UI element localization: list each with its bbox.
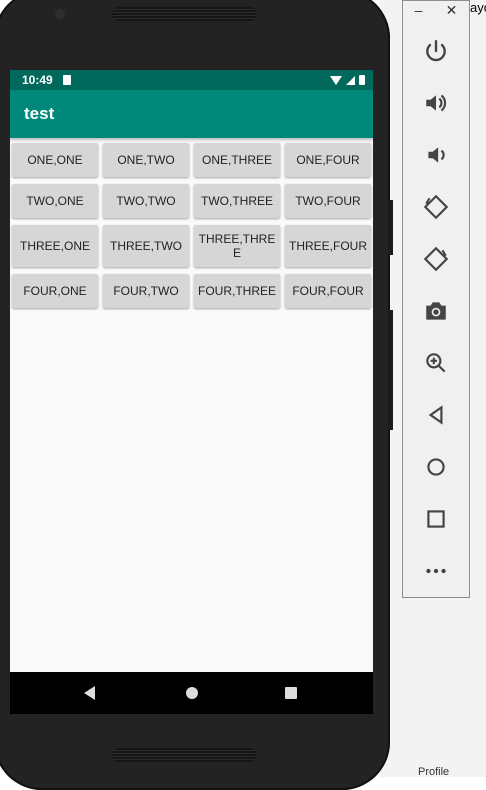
volume-up-icon[interactable] — [416, 83, 456, 123]
nav-back-icon[interactable] — [84, 686, 95, 700]
volume-side-button[interactable] — [388, 310, 393, 430]
button-three-four[interactable]: THREE,FOUR — [285, 225, 371, 267]
button-three-three[interactable]: THREE,THREE — [194, 225, 280, 267]
camera-icon[interactable] — [416, 291, 456, 331]
desktop-edge-text: ayo — [470, 0, 486, 15]
button-one-three[interactable]: ONE,THREE — [194, 143, 280, 177]
rotate-right-icon[interactable] — [416, 239, 456, 279]
power-icon[interactable] — [416, 31, 456, 71]
front-camera — [55, 9, 65, 19]
toolbar-window-controls: – ✕ — [403, 1, 469, 19]
button-three-one[interactable]: THREE,ONE — [12, 225, 98, 267]
button-one-two[interactable]: ONE,TWO — [103, 143, 189, 177]
volume-down-icon[interactable] — [416, 135, 456, 175]
zoom-icon[interactable] — [416, 343, 456, 383]
desktop-bottom-text: Profile — [418, 766, 450, 778]
power-side-button[interactable] — [388, 200, 393, 255]
button-four-three[interactable]: FOUR,THREE — [194, 274, 280, 308]
navigation-bar — [10, 672, 373, 714]
nav-home-icon[interactable] — [186, 687, 198, 699]
rotate-left-icon[interactable] — [416, 187, 456, 227]
button-three-two[interactable]: THREE,TWO — [103, 225, 189, 267]
app-title: test — [24, 104, 55, 123]
button-two-one[interactable]: TWO,ONE — [12, 184, 98, 218]
button-four-one[interactable]: FOUR,ONE — [12, 274, 98, 308]
sd-card-icon — [62, 75, 71, 85]
button-four-four[interactable]: FOUR,FOUR — [285, 274, 371, 308]
button-two-three[interactable]: TWO,THREE — [194, 184, 280, 218]
button-four-two[interactable]: FOUR,TWO — [103, 274, 189, 308]
wifi-icon — [330, 75, 342, 85]
close-button[interactable]: ✕ — [446, 2, 458, 19]
nav-overview-icon[interactable] — [285, 687, 297, 699]
more-icon[interactable] — [416, 551, 456, 591]
home-icon[interactable] — [416, 447, 456, 487]
signal-icon — [346, 75, 355, 85]
top-speaker — [112, 7, 257, 21]
emulator-toolbar: – ✕ — [402, 0, 470, 598]
button-grid: ONE,ONE ONE,TWO ONE,THREE ONE,FOUR TWO,O… — [10, 138, 373, 308]
battery-icon — [359, 75, 365, 85]
overview-icon[interactable] — [416, 499, 456, 539]
button-two-two[interactable]: TWO,TWO — [103, 184, 189, 218]
device-screen: 10:49 test ONE,ONE ONE,TWO ONE,THREE ONE… — [10, 70, 373, 714]
button-two-four[interactable]: TWO,FOUR — [285, 184, 371, 218]
bottom-speaker — [112, 748, 257, 762]
status-time: 10:49 — [22, 73, 53, 87]
minimize-button[interactable]: – — [415, 2, 423, 18]
button-one-four[interactable]: ONE,FOUR — [285, 143, 371, 177]
app-bar: test — [10, 90, 373, 138]
status-bar: 10:49 — [10, 70, 373, 90]
back-icon[interactable] — [416, 395, 456, 435]
button-one-one[interactable]: ONE,ONE — [12, 143, 98, 177]
